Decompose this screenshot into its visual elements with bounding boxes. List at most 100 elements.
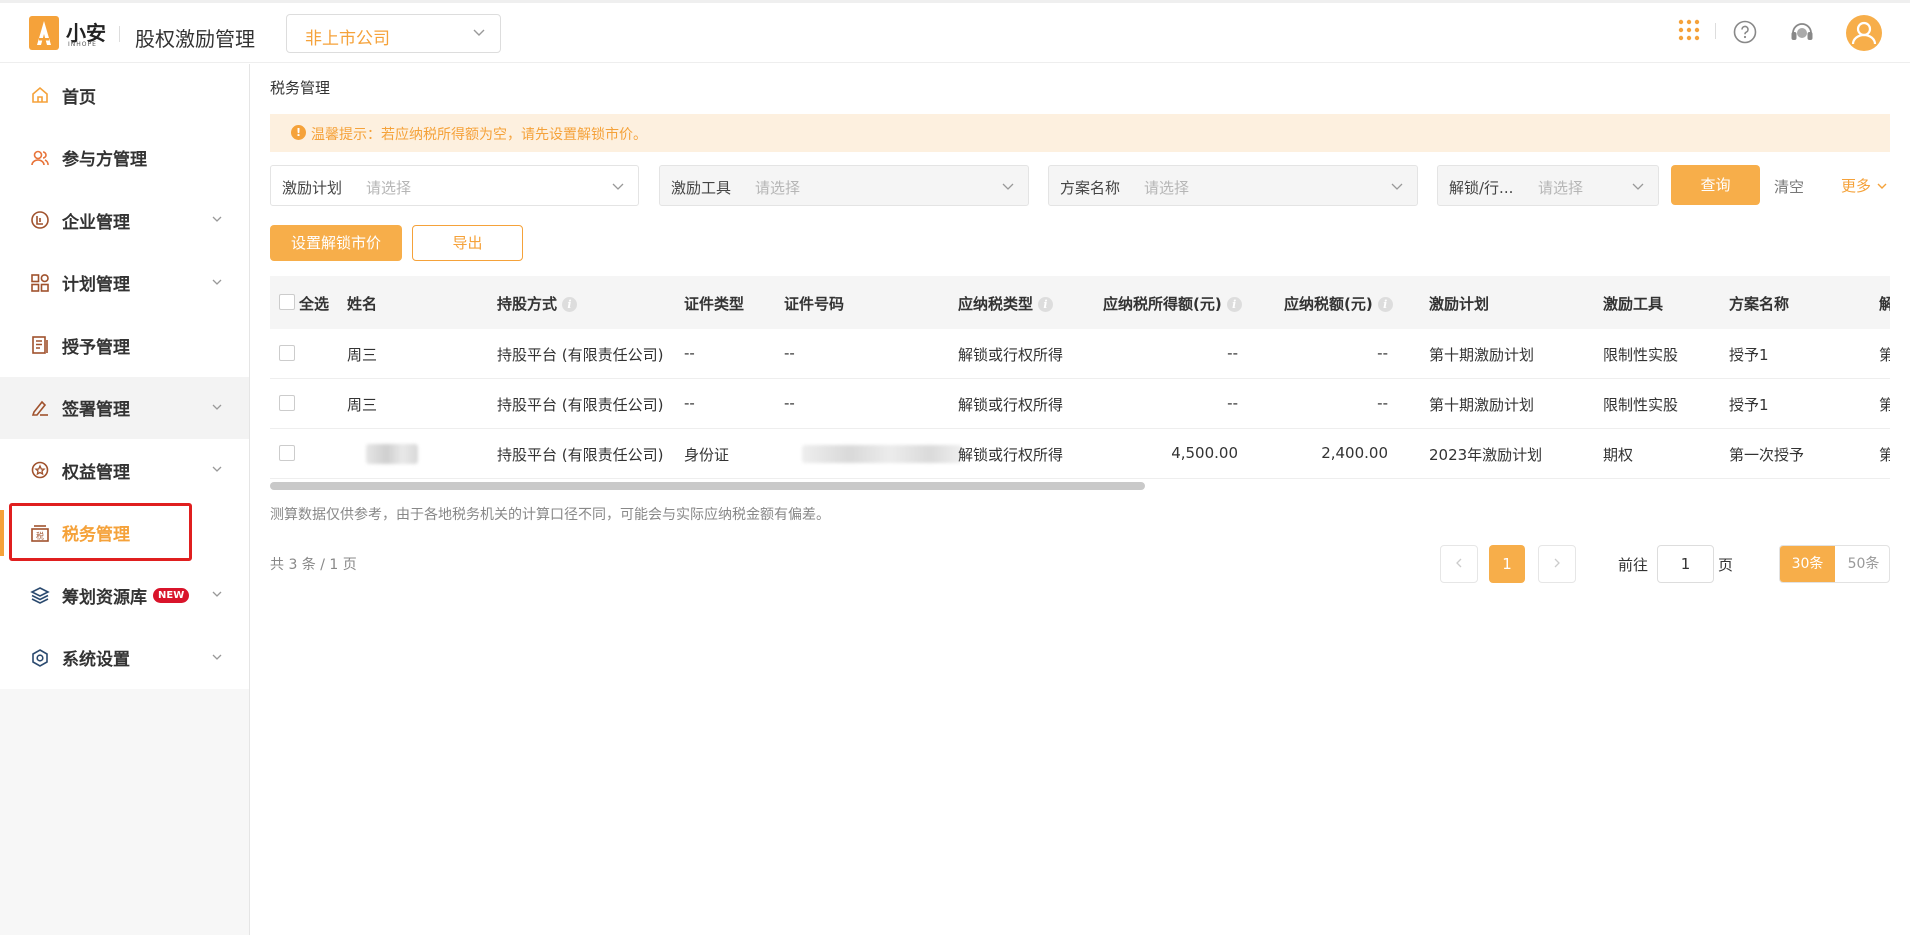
apps-grid-icon[interactable] (1678, 19, 1700, 41)
goto-prefix: 前往 (1618, 556, 1649, 574)
filter-placeholder: 请选择 (755, 179, 801, 197)
sidebar-item-tax[interactable]: 税 税务管理 (0, 502, 249, 565)
header-unlock: 解锁 (1879, 295, 1890, 313)
clear-button[interactable]: 清空 (1774, 176, 1804, 197)
customer-service-icon[interactable] (1789, 19, 1815, 45)
info-icon[interactable]: i (562, 297, 578, 312)
more-filters-button[interactable]: 更多 (1841, 175, 1888, 196)
header-tax-amount: 应纳税额(元) i (1284, 293, 1393, 314)
filter-incentive-plan[interactable]: 激励计划 请选择 (270, 165, 639, 206)
cell-unlock: 第一· (1879, 446, 1890, 464)
info-icon[interactable]: i (1377, 297, 1393, 312)
sidebar-item-label: 首页 (62, 87, 96, 108)
top-icon-separator (1715, 23, 1716, 39)
sidebar-item-label: 参与方管理 (62, 150, 147, 171)
top-bar: 小安 INHOPE 股权激励管理 非上市公司 (0, 3, 1910, 63)
sidebar-item-signing[interactable]: 签署管理 (0, 376, 249, 439)
filter-label: 激励工具 (671, 179, 732, 197)
sidebar-item-settings[interactable]: 系统设置 (0, 627, 249, 690)
cell-id-number: -- (784, 344, 795, 362)
help-icon[interactable] (1733, 20, 1757, 44)
enterprise-icon (30, 210, 50, 230)
header-incentive-tool: 激励工具 (1603, 295, 1664, 313)
page-size-30[interactable]: 30条 (1780, 546, 1835, 582)
cell-scheme-name: 第一次授予 (1729, 446, 1805, 464)
new-badge: NEW (153, 587, 190, 603)
sidebar-item-resources[interactable]: 筹划资源库 NEW (0, 564, 249, 627)
header-name: 姓名 (347, 295, 378, 313)
prev-page-button[interactable] (1440, 545, 1478, 583)
cell-id-type: -- (684, 394, 695, 412)
table-horizontal-scrollbar[interactable] (270, 482, 1145, 490)
sidebar-item-label: 签署管理 (62, 400, 130, 421)
row-checkbox[interactable] (279, 445, 295, 461)
sidebar-item-label: 权益管理 (62, 462, 130, 483)
chevron-down-icon (212, 591, 222, 597)
sidebar-item-label: 企业管理 (62, 212, 130, 233)
filter-label: 解锁/行... (1449, 179, 1514, 197)
header-label: 应纳税所得额(元) (1103, 295, 1222, 313)
active-indicator (0, 509, 4, 556)
chevron-down-icon (612, 183, 624, 190)
cell-incentive-plan: 2023年激励计划 (1429, 446, 1543, 464)
filter-unlock-exercise[interactable]: 解锁/行... 请选择 (1437, 165, 1659, 206)
filter-placeholder: 请选择 (1144, 179, 1190, 197)
tax-icon: 税 (30, 523, 50, 543)
filter-placeholder: 请选择 (1538, 179, 1584, 197)
header-scheme-name: 方案名称 (1729, 295, 1790, 313)
export-button[interactable]: 导出 (412, 225, 523, 261)
sidebar-item-label: 筹划资源库 (62, 587, 147, 608)
header-select-all: 全选 (299, 295, 330, 313)
cell-unlock: 第一· (1879, 346, 1890, 364)
cell-id-number: -- (784, 394, 795, 412)
sidebar-item-home[interactable]: 首页 (0, 64, 249, 127)
table-row[interactable]: 持股平台 (有限责任公司) 身份证 解锁或行权所得 4,500.00 2,400… (270, 429, 1890, 479)
info-icon[interactable]: i (1226, 297, 1242, 312)
cell-holding-method: 持股平台 (有限责任公司) (497, 396, 664, 414)
info-icon[interactable]: i (1038, 297, 1054, 312)
cell-tax-amount: -- (1377, 344, 1388, 362)
goto-page-input[interactable]: 1 (1657, 545, 1714, 583)
set-unlock-price-button[interactable]: 设置解锁市价 (270, 225, 402, 261)
filter-label: 激励计划 (282, 179, 343, 197)
notice-text: 温馨提示：若应纳税所得额为空，请先设置解锁市价。 (311, 127, 647, 143)
page-size-50[interactable]: 50条 (1836, 546, 1889, 582)
company-type-select[interactable]: 非上市公司 (286, 14, 501, 53)
row-checkbox[interactable] (279, 395, 295, 411)
brand-separator (119, 26, 120, 42)
table-row[interactable]: 周三 持股平台 (有限责任公司) -- -- 解锁或行权所得 -- -- 第十期… (270, 329, 1890, 379)
sidebar-item-grants[interactable]: 授予管理 (0, 314, 249, 377)
sidebar-item-enterprise[interactable]: 企业管理 (0, 189, 249, 252)
cell-scheme-name: 授予1 (1729, 346, 1769, 364)
user-avatar-icon[interactable] (1846, 15, 1882, 51)
sidebar: 首页 参与方管理 企业管理 计划管理 授予管理 签署管理 权益管理 税 税务管理… (0, 64, 250, 935)
select-all-checkbox[interactable] (279, 294, 295, 310)
next-page-button[interactable] (1538, 545, 1576, 583)
chevron-down-icon (1877, 183, 1887, 189)
cell-tax-type: 解锁或行权所得 (958, 396, 1064, 414)
cell-name: 周三 (347, 396, 378, 414)
chevron-down-icon (212, 216, 222, 222)
table-row[interactable]: 周三 持股平台 (有限责任公司) -- -- 解锁或行权所得 -- -- 第十期… (270, 379, 1890, 429)
chevron-down-icon (473, 29, 485, 36)
page-number-current[interactable]: 1 (1489, 545, 1525, 583)
header-taxable-income: 应纳税所得额(元) i (1103, 293, 1242, 314)
plan-grid-icon (30, 273, 50, 293)
query-button[interactable]: 查询 (1671, 165, 1760, 205)
settings-icon (30, 648, 50, 668)
chevron-left-icon (1456, 558, 1462, 568)
notice-banner: ! 温馨提示：若应纳税所得额为空，请先设置解锁市价。 (270, 114, 1890, 152)
cell-holding-method: 持股平台 (有限责任公司) (497, 446, 664, 464)
chevron-down-icon (1002, 183, 1014, 190)
sidebar-item-plans[interactable]: 计划管理 (0, 252, 249, 315)
sidebar-item-participants[interactable]: 参与方管理 (0, 127, 249, 190)
company-type-value: 非上市公司 (305, 29, 390, 49)
filter-scheme-name[interactable]: 方案名称 请选择 (1048, 165, 1418, 206)
svg-text:税: 税 (36, 530, 44, 540)
filter-incentive-tool[interactable]: 激励工具 请选择 (659, 165, 1029, 206)
row-checkbox[interactable] (279, 345, 295, 361)
brand-subtitle: INHOPE (68, 41, 97, 48)
filter-label: 方案名称 (1060, 179, 1121, 197)
cell-taxable-income: -- (1227, 344, 1238, 362)
sidebar-item-equity[interactable]: 权益管理 (0, 439, 249, 502)
